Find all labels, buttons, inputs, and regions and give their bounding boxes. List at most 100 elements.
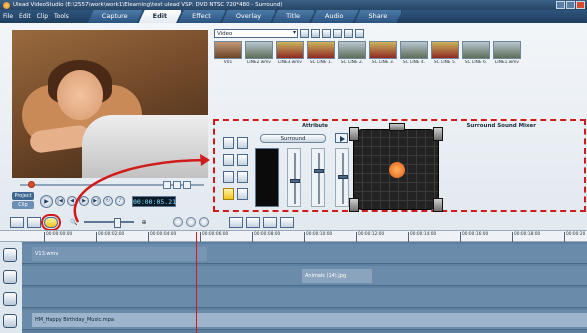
next-frame-button[interactable]: ▶ [79,196,89,206]
library-view-icon[interactable] [311,28,320,38]
library-thumbnail[interactable]: SC LINE 1. [307,41,335,65]
tab-overlay[interactable]: Overlay [222,10,276,23]
smart-proxy-icon[interactable] [245,216,260,228]
volume-slider-handle[interactable] [290,179,300,183]
tab-effect[interactable]: Effect [178,10,226,23]
tab-edit[interactable]: Edit [139,10,182,23]
video-track-icon[interactable] [223,137,234,149]
chapter-icon[interactable] [262,216,277,228]
music-track-header-icon[interactable] [3,314,17,328]
menu-file[interactable]: File [0,13,16,20]
repeat-button[interactable]: ↻ [103,196,113,206]
menu-tools[interactable]: Tools [51,13,72,20]
voice-track[interactable] [22,288,587,308]
audio-mixer-icon[interactable] [279,216,294,228]
record-capture-icon[interactable] [228,216,243,228]
undo-icon[interactable] [185,217,196,227]
minimize-button[interactable] [556,1,565,9]
redo-icon[interactable] [198,217,209,227]
library-manager-icon[interactable] [322,28,331,38]
menu-clip[interactable]: Clip [34,13,51,20]
speaker-icon[interactable] [237,137,248,149]
capture-icon[interactable] [333,28,342,38]
tab-title[interactable]: Title [272,10,315,23]
close-button[interactable] [576,1,585,9]
app-logo-icon [3,1,10,9]
end-button[interactable]: ▶| [91,196,101,206]
front-right-speaker-icon [433,127,443,141]
preview-image [57,70,103,120]
speaker-icon[interactable] [237,154,248,166]
zoom-slider[interactable] [84,218,135,228]
music-track-icon[interactable] [223,188,234,200]
library-thumbnail[interactable]: V01 [214,41,242,65]
expand-icon[interactable] [355,28,364,38]
mixer-play-button[interactable] [335,133,348,143]
mark-in-button[interactable] [163,181,171,189]
zoom-out-icon[interactable]: 🔍 [70,219,77,226]
previous-frame-button[interactable]: ◀ [67,196,77,206]
speaker-icon[interactable] [237,188,248,200]
thumbnail-label: SC LINE 6. [464,60,488,65]
surround-room[interactable] [349,123,443,212]
library-thumbnail[interactable]: SC LINE 3. [369,41,397,65]
storyboard-view-icon[interactable] [10,216,24,228]
dvd-icon[interactable] [344,28,353,38]
play-button[interactable]: ▶ [40,194,53,208]
speaker-icon[interactable] [237,171,248,183]
maximize-button[interactable] [566,1,575,9]
voice-track-icon[interactable] [223,171,234,183]
home-button[interactable]: |◀ [55,196,65,206]
open-folder-icon[interactable] [300,28,309,38]
tab-capture[interactable]: Capture [88,10,143,23]
timeline-view-icon[interactable] [27,216,41,228]
library-thumbnails: V01 LINE2.wmv LINE3.wmv SC LINE 1. SC LINE 2… [214,41,587,65]
library-thumbnail[interactable]: SC LINE 5. [431,41,459,65]
library-thumbnail[interactable]: SC LINE 4. [400,41,428,65]
fit-project-icon[interactable] [172,217,183,227]
project-mode-button[interactable]: Project [12,192,34,200]
ruler-tick-label: 00:00:04:00 [148,232,176,242]
video-track-header-icon[interactable] [3,248,17,262]
preview-window[interactable] [12,30,208,178]
overlay-track-header-icon[interactable] [3,270,17,284]
library-thumbnail[interactable]: LINE2.wmv [245,41,273,65]
surround-mode-button[interactable]: Surround [260,134,326,143]
subwoofer-slider-handle[interactable] [338,175,348,179]
music-clip[interactable]: HM_Happy Birthday_Music.mpa [32,313,587,327]
center-slider[interactable] [311,148,325,207]
timecode-display[interactable]: 00:00:05.21 [132,195,176,207]
tab-audio[interactable]: Audio [311,10,358,23]
subwoofer-slider[interactable] [335,148,349,207]
overlay-track[interactable]: Animals (14).jpg [22,266,587,286]
library-category-select[interactable]: Video [214,28,298,38]
playhead[interactable] [196,232,197,333]
zoom-in-icon[interactable]: ⊕ [141,219,146,226]
video-clip[interactable]: V13.wmv [32,247,207,261]
library-thumbnail[interactable]: LINE1.wmv [493,41,521,65]
library-thumbnail[interactable]: SC LINE 6. [462,41,490,65]
overlay-clip[interactable]: Animals (14).jpg [302,269,372,283]
enlarge-preview-button[interactable] [183,181,191,189]
mark-out-button[interactable] [173,181,181,189]
volume-slider[interactable] [287,148,301,207]
ruler-tick-label: 00:00:00:00 [44,232,72,242]
audio-view-icon[interactable] [41,213,61,231]
music-track[interactable]: HM_Happy Birthday_Music.mpa [22,310,587,330]
volume-icon[interactable]: ♪ [115,196,125,206]
library-thumbnail[interactable]: LINE3.wmv [276,41,304,65]
menu-edit[interactable]: Edit [16,13,34,20]
library-thumbnail[interactable]: SC LINE 2. [338,41,366,65]
sound-position-handle[interactable] [389,162,405,178]
scrubber-handle[interactable] [28,181,35,188]
timeline-ruler[interactable]: 00:00:00:00 00:00:02:00 00:00:04:00 00:00:0… [0,230,587,242]
overlay-track-icon[interactable] [223,154,234,166]
thumbnail-label: SC LINE 4. [402,60,426,65]
voice-track-header-icon[interactable] [3,292,17,306]
step-tabs: Capture Edit Effect Overlay Title Audio … [88,10,398,23]
center-slider-handle[interactable] [314,169,324,173]
clip-mode-button[interactable]: Clip [12,201,34,209]
video-track[interactable]: V13.wmv [22,244,587,264]
thumbnail-label: LINE3.wmv [278,60,302,65]
tab-share[interactable]: Share [355,10,403,23]
